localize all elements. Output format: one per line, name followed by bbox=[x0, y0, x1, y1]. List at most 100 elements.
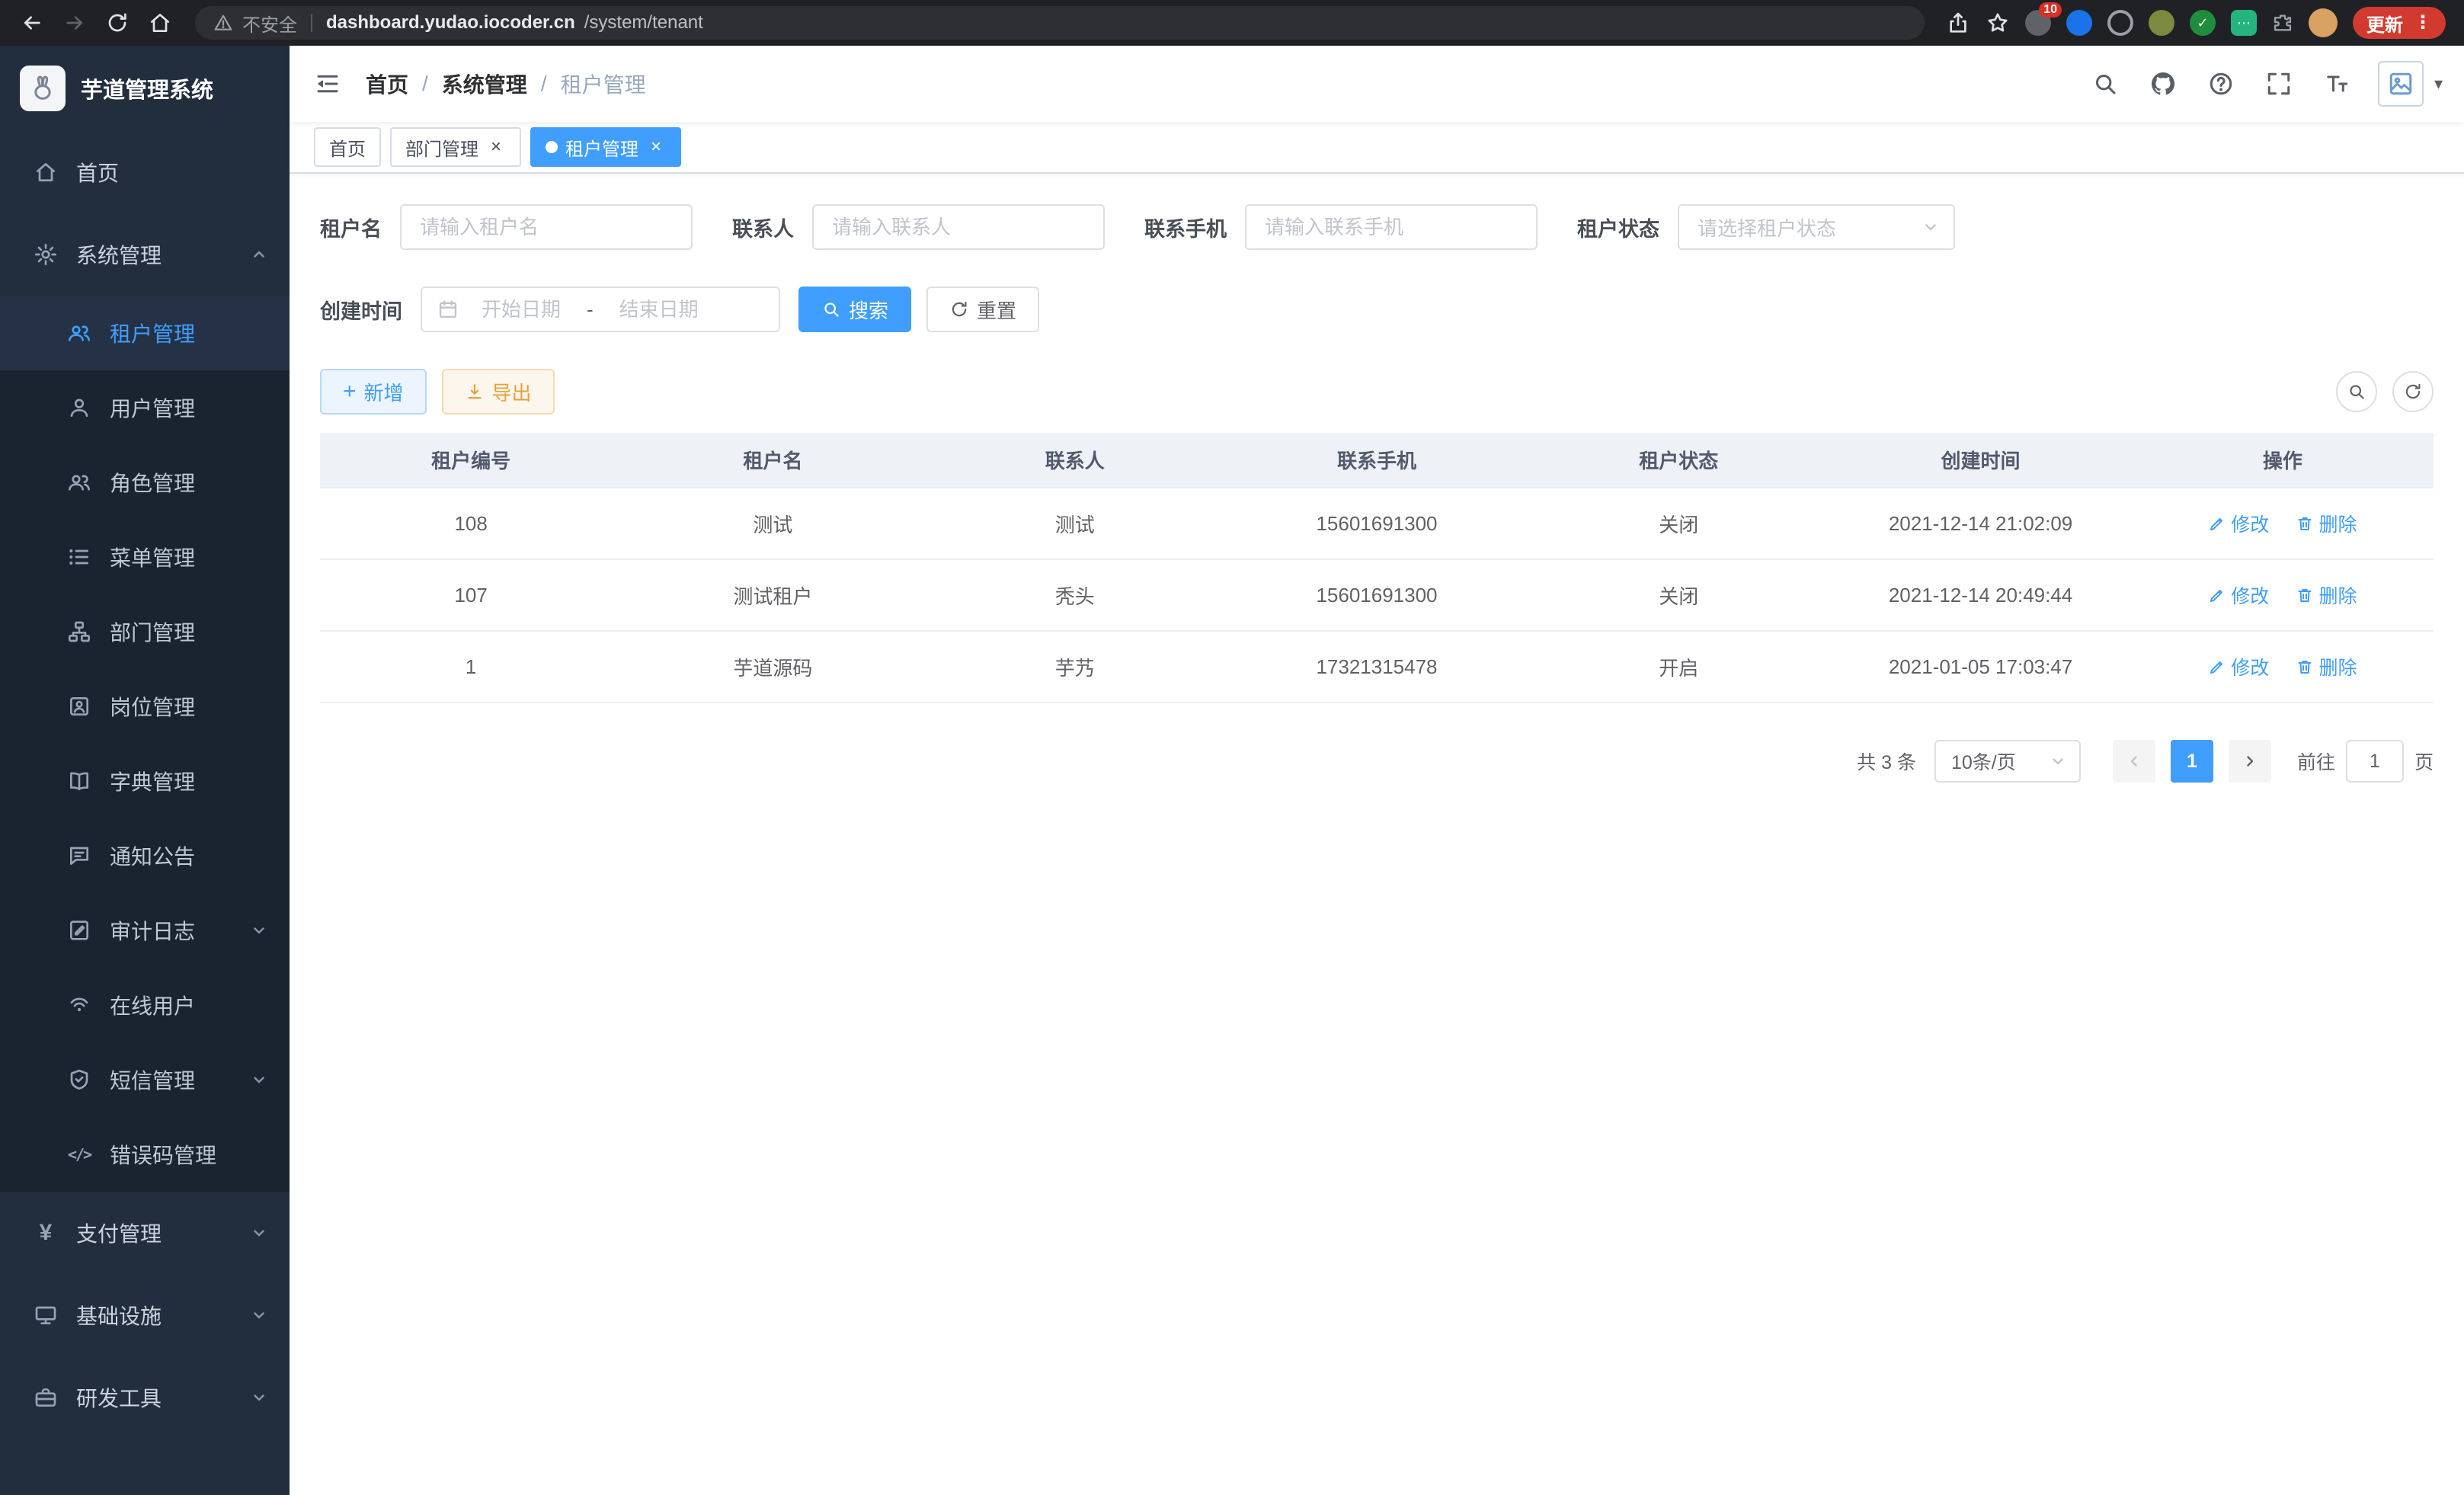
breadcrumb-system[interactable]: 系统管理 bbox=[442, 69, 527, 99]
font-size-icon[interactable] bbox=[2311, 58, 2363, 110]
column-header-contact: 联系人 bbox=[924, 433, 1226, 488]
pagination: 共 3 条 10条/页 1 前往 页 bbox=[320, 740, 2434, 783]
edit-link[interactable]: 修改 bbox=[2208, 653, 2269, 680]
tenant-status-select[interactable]: 请选择租户状态 bbox=[1678, 204, 1955, 250]
app-logo: 芋道管理系统 bbox=[0, 46, 290, 131]
sidebar-item-online-users[interactable]: 在线用户 bbox=[0, 968, 290, 1042]
table-header-row: 租户编号 租户名 联系人 联系手机 租户状态 创建时间 操作 bbox=[320, 433, 2434, 488]
prev-page-button[interactable] bbox=[2113, 740, 2155, 783]
extension-icon-2[interactable] bbox=[2066, 10, 2092, 36]
start-date-input[interactable] bbox=[465, 298, 578, 322]
extension-icon-5[interactable]: ✓ bbox=[2190, 10, 2216, 36]
browser-update-button[interactable]: 更新 ⋮ bbox=[2353, 7, 2446, 39]
tab-dept-management[interactable]: 部门管理 × bbox=[390, 127, 521, 167]
table-row: 108 测试 测试 15601691300 关闭 2021-12-14 21:0… bbox=[320, 488, 2434, 559]
monitor-icon bbox=[34, 1303, 58, 1327]
tenant-name-label: 租户名 bbox=[320, 213, 382, 242]
browser-refresh-button[interactable] bbox=[98, 3, 137, 43]
create-time-range-picker[interactable]: - bbox=[421, 287, 780, 332]
logo-image bbox=[20, 66, 66, 111]
chevron-down-icon bbox=[250, 1224, 268, 1242]
tab-tenant-management[interactable]: 租户管理 × bbox=[530, 127, 681, 167]
sidebar-item-system-management[interactable]: 系统管理 bbox=[0, 213, 290, 296]
github-icon[interactable] bbox=[2137, 58, 2189, 110]
reset-button[interactable]: 重置 bbox=[926, 287, 1039, 332]
toggle-search-button[interactable] bbox=[2336, 371, 2377, 412]
end-date-input[interactable] bbox=[603, 298, 715, 322]
sidebar-item-payment[interactable]: ¥ 支付管理 bbox=[0, 1192, 290, 1274]
delete-link[interactable]: 删除 bbox=[2296, 510, 2357, 537]
close-icon[interactable]: × bbox=[486, 137, 506, 157]
sidebar-item-audit-log[interactable]: 审计日志 bbox=[0, 893, 290, 968]
page-number-button[interactable]: 1 bbox=[2171, 740, 2213, 783]
refresh-table-button[interactable] bbox=[2392, 371, 2434, 412]
sidebar-item-infrastructure[interactable]: 基础设施 bbox=[0, 1274, 290, 1356]
cell-phone: 15601691300 bbox=[1226, 488, 1528, 559]
browser-extensions-icon[interactable] bbox=[2272, 12, 2293, 34]
export-button[interactable]: 导出 bbox=[442, 369, 555, 415]
browser-forward-button[interactable] bbox=[55, 3, 94, 43]
browser-menu-icon[interactable]: ⋮ bbox=[2414, 14, 2432, 32]
sidebar-item-home[interactable]: 首页 bbox=[0, 131, 290, 213]
extension-badge: 10 bbox=[2039, 2, 2062, 18]
cell-status: 关闭 bbox=[1528, 559, 1829, 631]
extension-icon-1[interactable]: 10 bbox=[2025, 10, 2051, 36]
breadcrumb-home[interactable]: 首页 bbox=[366, 69, 408, 99]
browser-share-icon[interactable] bbox=[1946, 11, 1970, 35]
cell-name: 测试租户 bbox=[622, 559, 923, 631]
chevron-down-icon bbox=[250, 1388, 268, 1407]
filter-row-2: 创建时间 - 搜索 重置 bbox=[320, 287, 2434, 332]
sidebar-item-role-management[interactable]: 角色管理 bbox=[0, 445, 290, 520]
close-icon[interactable]: × bbox=[646, 137, 666, 157]
user-avatar[interactable] bbox=[2378, 61, 2424, 107]
extension-icon-6[interactable]: ⋯ bbox=[2231, 10, 2257, 36]
cell-status: 关闭 bbox=[1528, 488, 1829, 559]
sidebar-item-tenant-management[interactable]: 租户管理 bbox=[0, 296, 290, 370]
extension-icon-3[interactable] bbox=[2107, 10, 2133, 36]
sidebar-item-dept-management[interactable]: 部门管理 bbox=[0, 594, 290, 669]
sidebar-item-error-code[interactable]: </> 错误码管理 bbox=[0, 1117, 290, 1192]
extension-icon-4[interactable] bbox=[2149, 10, 2174, 36]
goto-page-input[interactable] bbox=[2346, 740, 2404, 783]
sidebar-item-user-management[interactable]: 用户管理 bbox=[0, 370, 290, 445]
sidebar-item-dict-management[interactable]: 字典管理 bbox=[0, 744, 290, 818]
edit-link[interactable]: 修改 bbox=[2208, 581, 2269, 609]
toolbox-icon bbox=[34, 1385, 58, 1410]
page-size-select[interactable]: 10条/页 bbox=[1934, 740, 2081, 783]
next-page-button[interactable] bbox=[2229, 740, 2271, 783]
help-icon[interactable] bbox=[2195, 58, 2247, 110]
sidebar-item-sms-management[interactable]: 短信管理 bbox=[0, 1042, 290, 1117]
search-button[interactable]: 搜索 bbox=[798, 287, 911, 332]
caret-down-icon[interactable]: ▾ bbox=[2434, 74, 2443, 94]
sidebar-item-menu-management[interactable]: 菜单管理 bbox=[0, 520, 290, 594]
chevron-down-icon bbox=[250, 1071, 268, 1089]
tab-home[interactable]: 首页 bbox=[314, 127, 381, 167]
browser-back-button[interactable] bbox=[12, 3, 52, 43]
fullscreen-icon[interactable] bbox=[2253, 58, 2305, 110]
app-title: 芋道管理系统 bbox=[81, 72, 213, 104]
sidebar-item-post-management[interactable]: 岗位管理 bbox=[0, 669, 290, 744]
sidebar-toggle-button[interactable] bbox=[290, 46, 366, 122]
app-header: 首页 / 系统管理 / 租户管理 ▾ bbox=[290, 46, 2464, 122]
cell-name: 测试 bbox=[622, 488, 923, 559]
sidebar-item-dev-tools[interactable]: 研发工具 bbox=[0, 1356, 290, 1439]
tenant-name-input[interactable] bbox=[400, 204, 693, 250]
chevron-down-icon bbox=[250, 921, 268, 940]
browser-home-button[interactable] bbox=[140, 3, 180, 43]
date-separator: - bbox=[584, 298, 597, 322]
browser-address-bar[interactable]: 不安全 dashboard.yudao.iocoder.cn /system/t… bbox=[195, 6, 1925, 40]
cell-created: 2021-12-14 21:02:09 bbox=[1829, 488, 2131, 559]
browser-bookmark-icon[interactable] bbox=[1986, 11, 2010, 35]
sidebar-item-notice[interactable]: 通知公告 bbox=[0, 818, 290, 893]
not-secure-label: 不安全 bbox=[242, 10, 297, 37]
code-icon: </> bbox=[67, 1145, 91, 1164]
delete-link[interactable]: 删除 bbox=[2296, 581, 2357, 609]
delete-link[interactable]: 删除 bbox=[2296, 653, 2357, 680]
contact-phone-input[interactable] bbox=[1245, 204, 1538, 250]
contact-input[interactable] bbox=[812, 204, 1105, 250]
browser-profile-avatar[interactable] bbox=[2309, 8, 2338, 37]
add-button[interactable]: + 新增 bbox=[320, 369, 427, 415]
edit-link[interactable]: 修改 bbox=[2208, 510, 2269, 537]
header-search-icon[interactable] bbox=[2079, 58, 2131, 110]
column-header-name: 租户名 bbox=[622, 433, 923, 488]
